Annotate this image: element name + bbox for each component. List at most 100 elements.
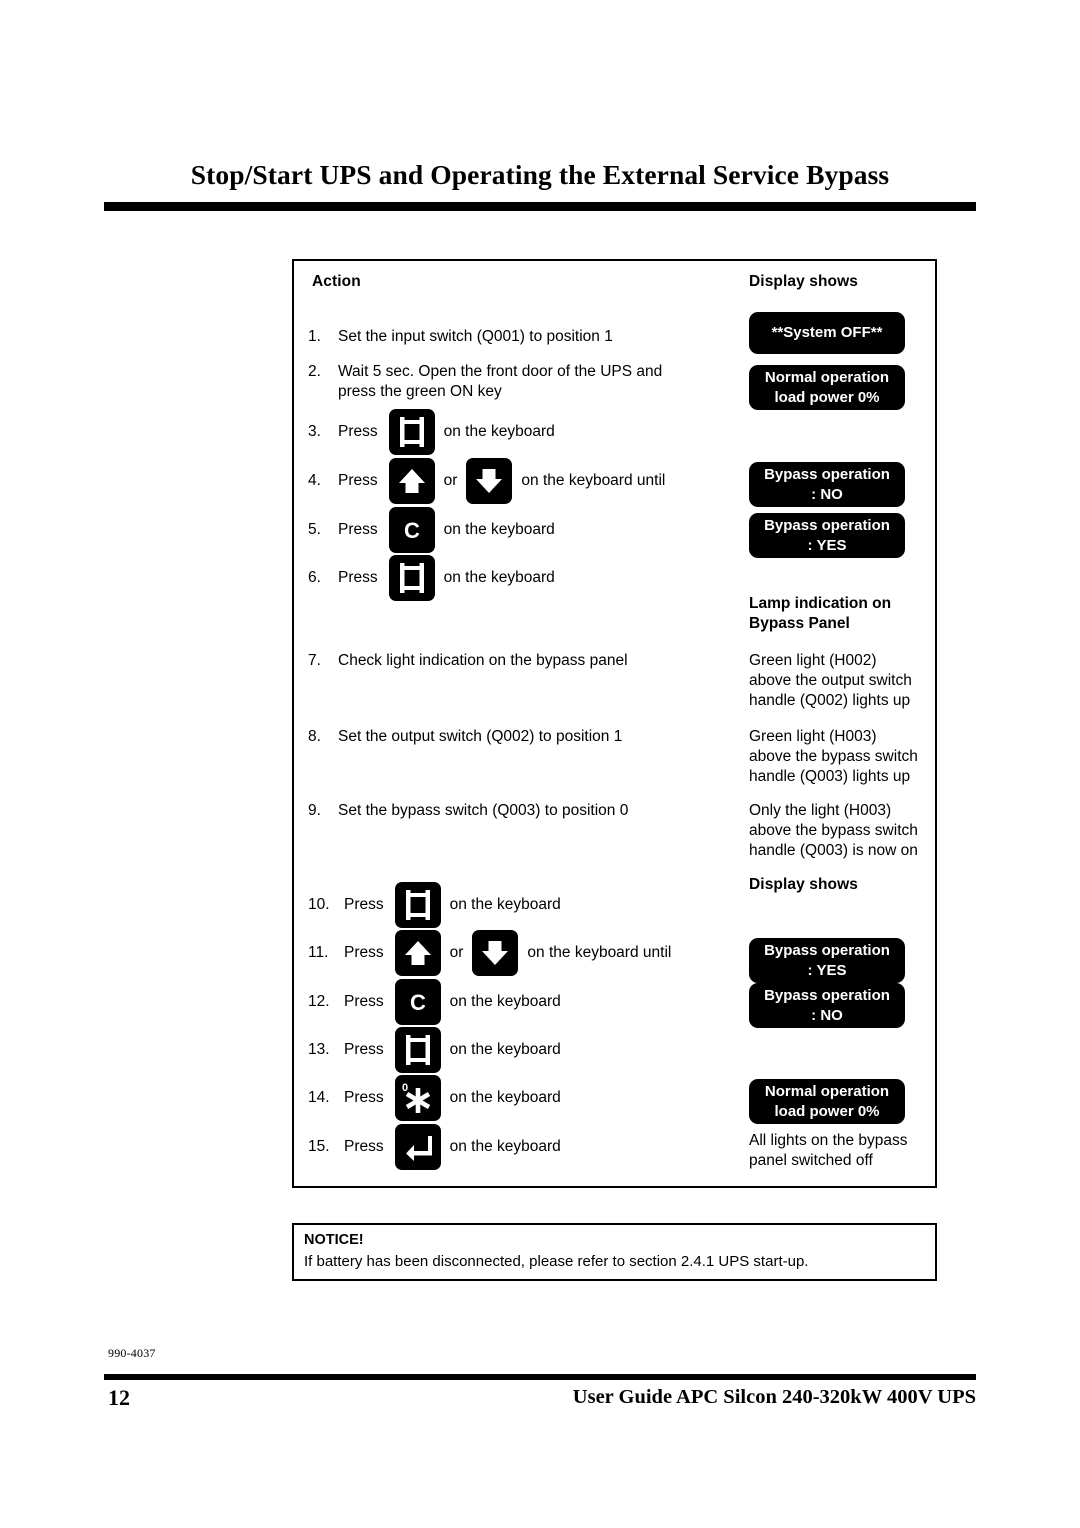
step-text: Press bbox=[344, 944, 384, 962]
step-text: Set the bypass switch (Q003) to position… bbox=[338, 802, 629, 819]
menu-key-icon[interactable] bbox=[388, 409, 435, 455]
display-line-2: : NO bbox=[811, 485, 843, 503]
display-line-2: load power 0% bbox=[774, 1102, 880, 1120]
display-box: Bypass operation : NO bbox=[749, 462, 905, 507]
step-text: Press bbox=[338, 472, 378, 490]
step-text-suffix: on the keyboard bbox=[443, 521, 555, 539]
step-number: 5. bbox=[308, 521, 321, 539]
column-header-display-2: Display shows bbox=[749, 876, 858, 893]
table-row: 12. Press C on the keyboard bbox=[308, 979, 738, 1025]
display-line-2: load power 0% bbox=[774, 388, 880, 406]
menu-key-icon[interactable] bbox=[394, 882, 441, 928]
step-text: Press bbox=[338, 521, 378, 539]
table-row: 2. Wait 5 sec. Open the front door of th… bbox=[308, 362, 738, 402]
notice-box: NOTICE! If battery has been disconnected… bbox=[292, 1223, 937, 1281]
table-row: 8. Set the output switch (Q002) to posit… bbox=[308, 727, 738, 747]
table-row: 9. Set the bypass switch (Q003) to posit… bbox=[308, 801, 738, 821]
lamp-note: Green light (H003) above the bypass swit… bbox=[749, 728, 918, 785]
svg-text:C: C bbox=[404, 518, 420, 543]
step-text-suffix: on the keyboard bbox=[449, 993, 561, 1011]
notice-title: NOTICE! bbox=[304, 1232, 364, 1248]
menu-key-icon[interactable] bbox=[394, 1027, 441, 1073]
step-text-suffix: on the keyboard bbox=[443, 423, 555, 441]
step-text: Press bbox=[344, 1041, 384, 1059]
asterisk-zero-key-icon[interactable]: 0 bbox=[394, 1075, 441, 1121]
step-number: 11. bbox=[308, 944, 329, 962]
table-row: 3. Press on the keyboard bbox=[308, 409, 738, 455]
footer-title: User Guide APC Silcon 240-320kW 400V UPS bbox=[572, 1386, 976, 1408]
table-row: 11. Press or on the keyboard until bbox=[308, 930, 738, 976]
step-text-suffix: on the keyboard bbox=[449, 896, 561, 914]
table-row: 1. Set the input switch (Q001) to positi… bbox=[308, 327, 738, 347]
up-arrow-key-icon[interactable] bbox=[394, 930, 441, 976]
step-text-suffix: on the keyboard bbox=[449, 1041, 561, 1059]
step-number: 7. bbox=[308, 652, 321, 669]
table-row: 7. Check light indication on the bypass … bbox=[308, 651, 738, 671]
notice-body: If battery has been disconnected, please… bbox=[304, 1253, 809, 1270]
table-row: 14. Press 0 on the keyboard bbox=[308, 1075, 738, 1121]
step-text: Press bbox=[344, 1138, 384, 1156]
step-text: Press bbox=[344, 993, 384, 1011]
enter-key-icon[interactable] bbox=[394, 1124, 441, 1170]
lamp-note: Green light (H002) above the output swit… bbox=[749, 652, 912, 709]
display-line-1: **System OFF** bbox=[771, 324, 883, 342]
step-number: 4. bbox=[308, 472, 321, 490]
up-arrow-key-icon[interactable] bbox=[388, 458, 435, 504]
display-line-1: Normal operation bbox=[764, 1083, 890, 1100]
down-arrow-key-icon[interactable] bbox=[472, 930, 519, 976]
display-line-1: Normal operation bbox=[764, 369, 890, 386]
document-code: 990-4037 bbox=[108, 1346, 156, 1360]
step-text-suffix: on the keyboard until bbox=[521, 472, 666, 490]
step-number: 14. bbox=[308, 1089, 330, 1107]
table-row: 4. Press or on the keyboard until bbox=[308, 458, 738, 504]
step-number: 2. bbox=[308, 363, 321, 380]
display-box: Bypass operation : YES bbox=[749, 938, 905, 983]
down-arrow-key-icon[interactable] bbox=[466, 458, 513, 504]
display-box: **System OFF** bbox=[749, 312, 905, 354]
page-title: Stop/Start UPS and Operating the Externa… bbox=[190, 159, 890, 190]
display-line-2: : NO bbox=[811, 1006, 843, 1024]
svg-text:C: C bbox=[410, 990, 426, 1015]
c-key-icon[interactable]: C bbox=[388, 507, 435, 553]
step-text: Wait 5 sec. Open the front door of the U… bbox=[338, 363, 663, 400]
display-line-1: Bypass operation bbox=[764, 466, 890, 483]
display-box: Bypass operation : NO bbox=[749, 983, 905, 1028]
step-text: Press bbox=[344, 1089, 384, 1107]
step-text: Press bbox=[338, 569, 378, 587]
table-row: 6. Press on the keyboard bbox=[308, 555, 738, 601]
title-rule bbox=[104, 202, 976, 211]
step-text: Press bbox=[338, 423, 378, 441]
c-key-icon[interactable]: C bbox=[394, 979, 441, 1025]
step-text: Set the output switch (Q002) to position… bbox=[338, 728, 623, 745]
procedure-table: Action Display shows Lamp indication on … bbox=[292, 259, 937, 1188]
step-number: 15. bbox=[308, 1138, 330, 1156]
step-text-suffix: on the keyboard until bbox=[527, 944, 672, 962]
table-row: 13. Press on the keyboard bbox=[308, 1027, 738, 1073]
table-row: 15. Press on the keyboard bbox=[308, 1124, 738, 1170]
step-conjunction: or bbox=[443, 472, 458, 490]
step-number: 9. bbox=[308, 802, 321, 819]
step-text-suffix: on the keyboard bbox=[449, 1089, 561, 1107]
lamp-note: All lights on the bypass panel switched … bbox=[749, 1132, 908, 1169]
menu-key-icon[interactable] bbox=[388, 555, 435, 601]
display-line-1: Bypass operation bbox=[764, 517, 890, 534]
step-text: Press bbox=[344, 896, 384, 914]
display-line-1: Bypass operation bbox=[764, 987, 890, 1004]
step-text: Check light indication on the bypass pan… bbox=[338, 652, 628, 669]
display-box: Normal operation load power 0% bbox=[749, 1079, 905, 1124]
step-number: 1. bbox=[308, 328, 321, 345]
display-line-2: : YES bbox=[807, 961, 847, 979]
step-number: 12. bbox=[308, 993, 330, 1011]
page-number: 12 bbox=[108, 1385, 130, 1410]
step-number: 8. bbox=[308, 728, 321, 745]
lamp-note: Only the light (H003) above the bypass s… bbox=[749, 802, 918, 859]
table-row: 5. Press C on the keyboard bbox=[308, 507, 738, 553]
column-header-display: Display shows bbox=[749, 273, 858, 290]
display-box: Normal operation load power 0% bbox=[749, 365, 905, 410]
table-row: 10. Press on the keyboard bbox=[308, 882, 738, 928]
column-header-lamp: Lamp indication on Bypass Panel bbox=[749, 595, 892, 632]
step-number: 3. bbox=[308, 423, 321, 441]
step-number: 6. bbox=[308, 569, 321, 587]
step-conjunction: or bbox=[449, 944, 464, 962]
column-header-action: Action bbox=[312, 273, 361, 290]
